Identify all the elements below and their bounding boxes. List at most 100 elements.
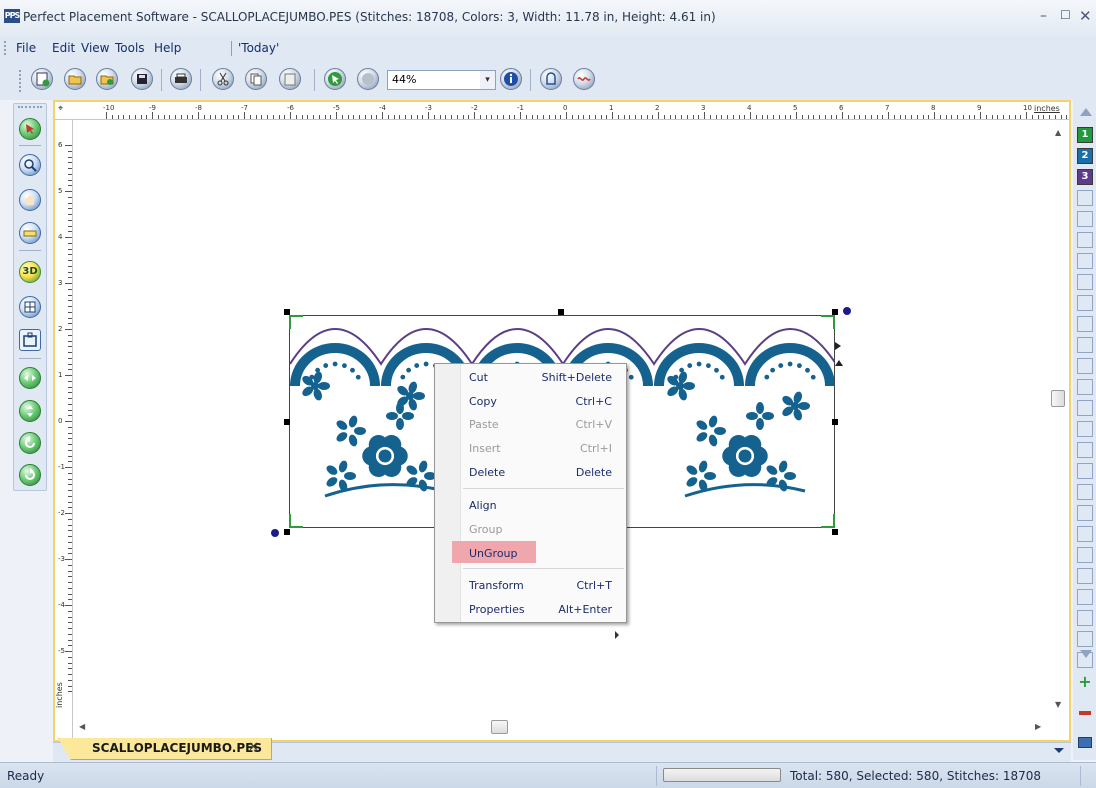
- menu-item-paste[interactable]: Paste Ctrl+V: [435, 413, 626, 435]
- tab-close-icon[interactable]: ✕: [248, 740, 259, 755]
- menu-item-cut[interactable]: Cut Shift+Delete: [435, 366, 626, 388]
- scroll-down-arrow-icon[interactable]: ▼: [1055, 700, 1061, 709]
- empty-swatch[interactable]: [1077, 463, 1093, 479]
- chevron-down-icon[interactable]: ▾: [480, 71, 495, 89]
- 3d-view-icon[interactable]: 3D: [19, 261, 41, 283]
- resize-handle[interactable]: [832, 309, 838, 315]
- zoom-select[interactable]: 44% ▾: [387, 70, 496, 90]
- empty-swatch[interactable]: [1077, 610, 1093, 626]
- flip-horizontal-icon[interactable]: [19, 367, 41, 389]
- select-arrow-icon[interactable]: [324, 68, 346, 90]
- add-color-icon[interactable]: +: [1078, 674, 1092, 690]
- stitch-tool-icon[interactable]: [357, 68, 379, 90]
- copy-icon[interactable]: [245, 68, 267, 90]
- ruler-tick: [767, 115, 769, 119]
- empty-swatch[interactable]: [1077, 442, 1093, 458]
- print-icon[interactable]: [170, 68, 192, 90]
- menu-item-delete[interactable]: Delete Delete: [435, 461, 626, 483]
- vertical-scroll-thumb[interactable]: [1051, 390, 1065, 407]
- monitor-icon[interactable]: [1078, 737, 1092, 748]
- empty-swatch[interactable]: [1077, 526, 1093, 542]
- rotate-left-icon[interactable]: [19, 432, 41, 454]
- left-toolbar-grip[interactable]: [18, 106, 42, 108]
- new-design-icon[interactable]: [31, 68, 53, 90]
- color-swatch[interactable]: 3: [1077, 169, 1093, 185]
- menu-item-insert[interactable]: Insert Ctrl+I: [435, 437, 626, 459]
- close-button[interactable]: ✕: [1079, 7, 1093, 25]
- rotate-right-icon[interactable]: [19, 464, 41, 486]
- resize-handle[interactable]: [284, 529, 290, 535]
- empty-swatch[interactable]: [1077, 484, 1093, 500]
- grid-icon[interactable]: [19, 296, 41, 318]
- color-swatch[interactable]: 1: [1077, 127, 1093, 143]
- minimize-button[interactable]: –: [1040, 8, 1054, 26]
- menu-item-properties[interactable]: Properties Alt+Enter: [435, 598, 626, 620]
- empty-swatch[interactable]: [1077, 589, 1093, 605]
- color-swatch[interactable]: 2: [1077, 148, 1093, 164]
- tab-list-arrow-icon[interactable]: [1054, 748, 1064, 753]
- scroll-right-arrow-icon[interactable]: ▶: [1035, 722, 1041, 731]
- empty-swatch[interactable]: [1077, 568, 1093, 584]
- scroll-left-arrow-icon[interactable]: ◀: [79, 722, 85, 731]
- empty-swatch[interactable]: [1077, 421, 1093, 437]
- open-folder-icon[interactable]: [64, 68, 86, 90]
- select-tool-icon[interactable]: [19, 118, 41, 140]
- menu-file[interactable]: File: [16, 41, 36, 55]
- resize-handle[interactable]: [832, 419, 838, 425]
- embroidery-icon[interactable]: [573, 68, 595, 90]
- cut-icon[interactable]: [212, 68, 234, 90]
- menu-item-copy[interactable]: Copy Ctrl+C: [435, 390, 626, 412]
- save-icon[interactable]: [131, 68, 153, 90]
- empty-swatch[interactable]: [1077, 190, 1093, 206]
- empty-swatch[interactable]: [1077, 358, 1093, 374]
- info-icon[interactable]: [500, 68, 522, 90]
- horizontal-scroll-thumb[interactable]: [491, 720, 508, 734]
- empty-swatch[interactable]: [1077, 232, 1093, 248]
- empty-swatch[interactable]: [1077, 337, 1093, 353]
- empty-swatch[interactable]: [1077, 400, 1093, 416]
- empty-swatch[interactable]: [1077, 547, 1093, 563]
- menu-grip[interactable]: [4, 41, 7, 55]
- rotate-handle[interactable]: [271, 529, 279, 537]
- toolbar-grip[interactable]: [19, 70, 22, 92]
- resize-handle[interactable]: [558, 309, 564, 315]
- maximize-button[interactable]: ☐: [1060, 8, 1074, 26]
- horizontal-scrollbar[interactable]: ◀ ▶: [75, 719, 1051, 735]
- hoop-frame-icon[interactable]: [19, 329, 41, 351]
- remove-color-icon[interactable]: [1079, 711, 1091, 715]
- menu-help[interactable]: Help: [154, 41, 181, 55]
- menu-item-align[interactable]: Align: [435, 494, 626, 639]
- vertical-scrollbar[interactable]: ▲ ▼: [1051, 122, 1067, 718]
- ruler-tick: [68, 334, 72, 336]
- palette-scroll-down-icon[interactable]: [1080, 650, 1092, 658]
- flip-vertical-icon[interactable]: [19, 400, 41, 422]
- zoom-icon[interactable]: [19, 154, 41, 176]
- resize-handle[interactable]: [832, 529, 838, 535]
- empty-swatch[interactable]: [1077, 295, 1093, 311]
- menu-item-transform[interactable]: Transform Ctrl+T: [435, 574, 626, 596]
- rotate-handle[interactable]: [843, 307, 851, 315]
- empty-swatch[interactable]: [1077, 253, 1093, 269]
- resize-handle[interactable]: [284, 309, 290, 315]
- empty-swatch[interactable]: [1077, 274, 1093, 290]
- paste-icon[interactable]: [279, 68, 301, 90]
- menu-today[interactable]: 'Today': [238, 41, 279, 55]
- menu-tools[interactable]: Tools: [115, 41, 145, 55]
- menu-edit[interactable]: Edit: [52, 41, 75, 55]
- ruler-tick: [65, 513, 72, 514]
- pan-hand-icon[interactable]: [19, 189, 41, 211]
- import-folder-icon[interactable]: [96, 68, 118, 90]
- empty-swatch[interactable]: [1077, 379, 1093, 395]
- scroll-up-arrow-icon[interactable]: ▲: [1055, 128, 1061, 137]
- menu-view[interactable]: View: [81, 41, 109, 55]
- ruler-measure-icon[interactable]: [19, 222, 41, 244]
- hoop-icon[interactable]: [540, 68, 562, 90]
- menu-item-ungroup[interactable]: UnGroup: [435, 542, 626, 564]
- menu-item-group[interactable]: Group: [435, 518, 626, 540]
- empty-swatch[interactable]: [1077, 316, 1093, 332]
- empty-swatch[interactable]: [1077, 631, 1093, 647]
- palette-scroll-up-icon[interactable]: [1080, 108, 1092, 116]
- resize-handle[interactable]: [284, 419, 290, 425]
- empty-swatch[interactable]: [1077, 505, 1093, 521]
- empty-swatch[interactable]: [1077, 211, 1093, 227]
